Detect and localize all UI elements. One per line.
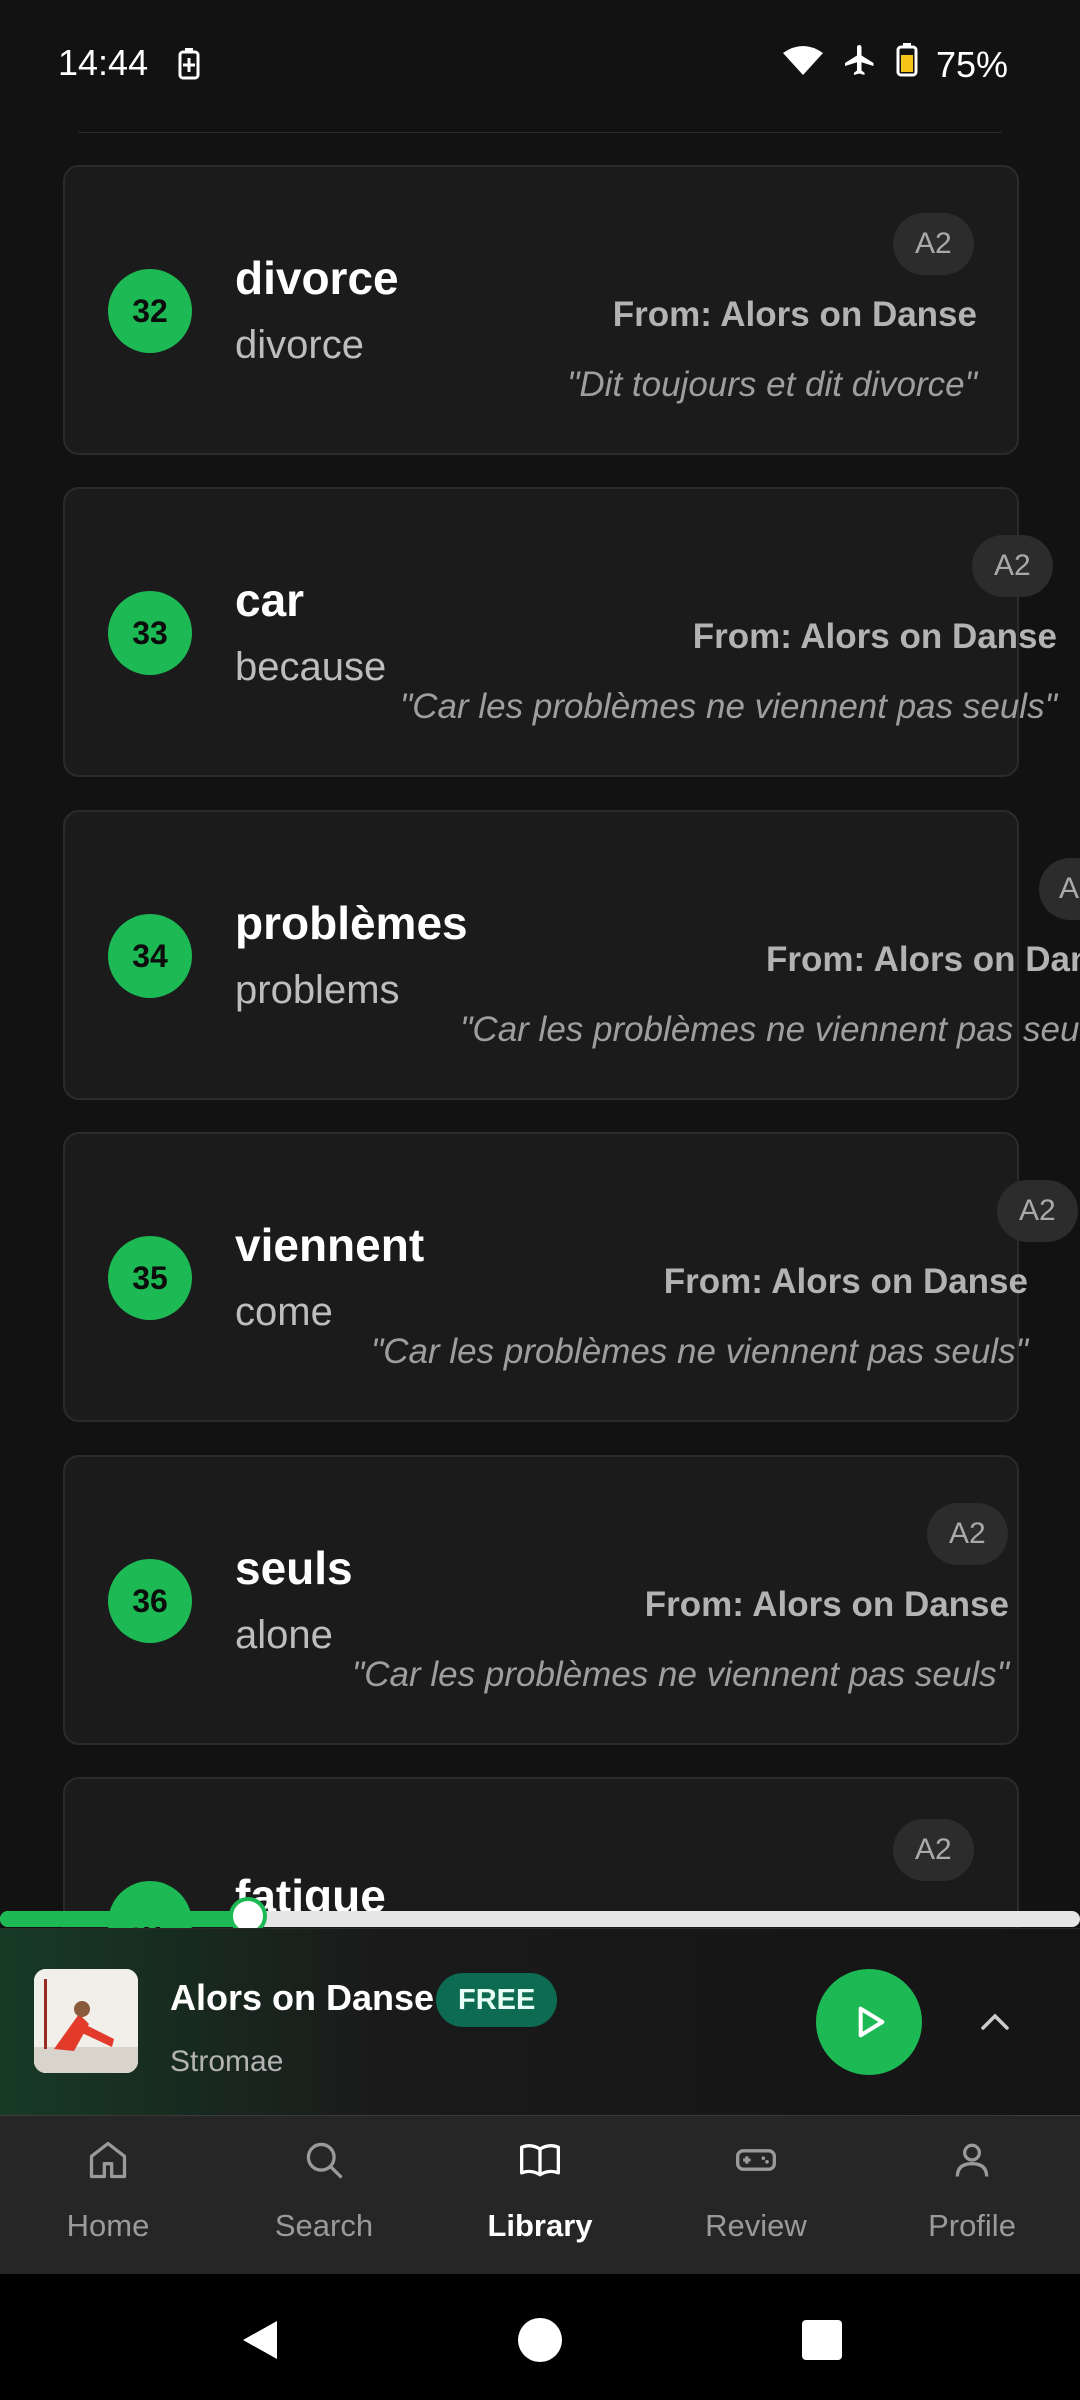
battery-icon [896,43,918,86]
vocab-translation: alone [235,1613,333,1657]
level-badge: A2 [927,1503,1008,1565]
track-artist: Stromae [170,2045,284,2078]
word-number-badge: 33 [108,591,192,675]
track-title: Alors on Danse [170,1977,435,2018]
vocab-word: seuls [235,1542,353,1594]
vocab-card[interactable]: 32 divorce divorce A2 From: Alors on Dan… [63,165,1019,455]
status-icons: 75% [782,42,1008,87]
lyric-quote: "Dit toujours et dit divorce" [566,365,977,404]
chevron-up-icon [981,2013,1009,2030]
level-badge: A2 [997,1180,1078,1242]
word-number-badge: 36 [108,1559,192,1643]
nav-search[interactable]: Search [216,2116,432,2274]
search-icon [306,2142,343,2179]
nav-library[interactable]: Library [432,2116,648,2274]
word-number-badge: 35 [108,1236,192,1320]
nav-profile[interactable]: Profile [864,2116,1080,2274]
vocab-word: car [235,574,305,626]
lyric-quote: "Car les problèmes ne viennent pas seuls… [370,1332,1028,1371]
play-button[interactable] [816,1969,922,2075]
top-divider [78,132,1002,133]
lyric-quote: "Car les problèmes ne viennent pas seuls… [399,687,1057,726]
battery-percent: 75% [935,43,1008,85]
status-bar: 14:44 75% [0,0,1080,130]
play-icon [858,2006,885,2038]
song-source: From: Alors on Danse [612,295,977,334]
vocab-translation: because [235,645,387,689]
lyric-quote: "Car les problèmes ne viennent pas seuls… [351,1655,1009,1694]
battery-saver-icon [178,48,200,85]
status-time: 14:44 [58,42,149,83]
vocab-card[interactable]: 35 viennent come A2 From: Alors on Danse… [63,1132,1078,1422]
vocab-translation: problems [235,968,400,1012]
nav-review-label: Review [705,2208,807,2243]
free-badge: FREE [436,1973,558,2027]
vocab-translation: divorce [235,323,364,367]
nav-home[interactable]: Home [0,2116,216,2274]
nav-home-label: Home [66,2208,150,2243]
nav-library-label: Library [487,2208,593,2243]
level-badge: A2 [972,535,1053,597]
book-icon [520,2144,560,2177]
nav-profile-label: Profile [928,2208,1016,2243]
vocab-card[interactable]: 33 car because A2 From: Alors on Danse "… [63,487,1057,777]
progress-fill [0,1911,249,1927]
wifi-icon [782,44,824,86]
song-source: From: Alors on Danse [663,1262,1028,1301]
system-nav-bar [0,2274,1080,2400]
system-recents-button[interactable] [792,2310,852,2370]
square-recents-icon [802,2320,842,2360]
vocab-word: problèmes [235,897,468,949]
home-icon [89,2141,127,2179]
bottom-nav: Home Search Library Review Profile [0,2115,1080,2274]
vocab-card[interactable]: 36 seuls alone A2 From: Alors on Danse "… [63,1455,1019,1745]
nav-review[interactable]: Review [648,2116,864,2274]
playback-progress-bar[interactable] [0,1897,1080,1935]
vocab-word: divorce [235,252,399,304]
album-art [34,1969,138,2073]
level-badge: A2 [893,1819,974,1881]
system-back-button[interactable] [230,2310,290,2370]
vocab-translation: come [235,1290,333,1334]
vocab-word: viennent [235,1219,425,1271]
word-number-badge: 32 [108,269,192,353]
vocab-card[interactable]: 34 problèmes problems A2 From: Alors on … [63,810,1080,1100]
word-number-badge: 34 [108,914,192,998]
circle-home-icon [518,2318,562,2362]
back-icon [243,2321,277,2359]
song-source: From: Alors on Danse [766,940,1080,979]
nav-search-label: Search [274,2208,374,2243]
level-badge: A2 [893,213,974,275]
song-source: From: Alors on Danse [692,617,1057,656]
song-source: From: Alors on Danse [644,1585,1009,1624]
lyric-quote: "Car les problèmes ne viennent pas seuls… [460,1010,1080,1049]
gamepad-icon [736,2149,776,2171]
person-icon [955,2143,989,2177]
system-home-button[interactable] [510,2310,570,2370]
mini-player[interactable]: Alors on Danse FREE Stromae [0,1928,1080,2115]
level-badge: A2 [1039,858,1080,920]
airplane-icon [842,42,878,87]
expand-player-button[interactable] [972,1999,1018,2045]
